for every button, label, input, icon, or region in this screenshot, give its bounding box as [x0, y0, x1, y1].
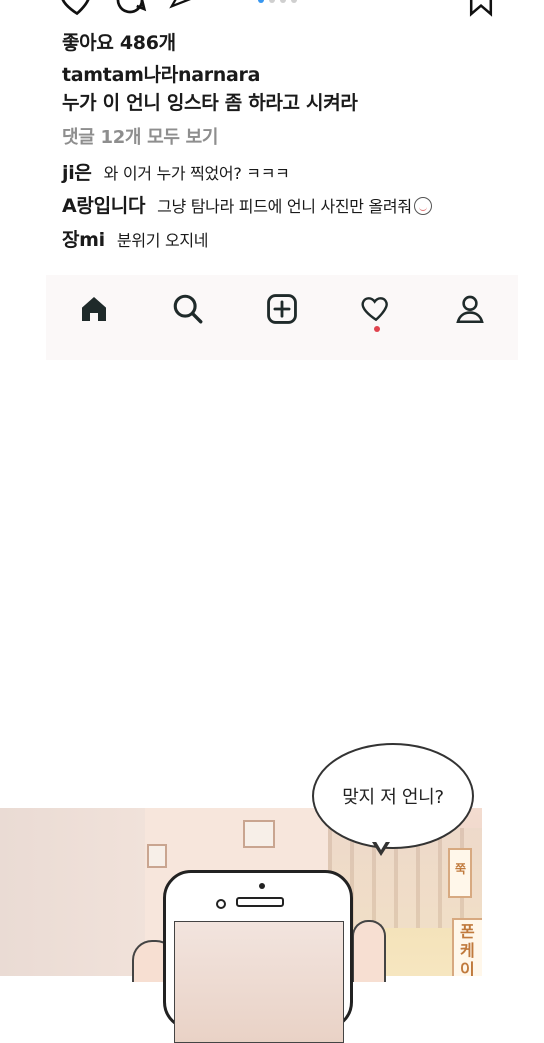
carousel-dot [269, 0, 275, 3]
carousel-dot [291, 0, 297, 3]
comment-username[interactable]: A랑입니다 [62, 191, 145, 218]
shop-sign: 쭉 [448, 848, 472, 898]
home-icon [82, 297, 106, 321]
nav-home[interactable] [74, 289, 114, 329]
speaker-slot [236, 897, 284, 907]
share-icon[interactable] [168, 0, 198, 20]
carousel-indicator [258, 0, 297, 3]
speech-bubble: 맞지 저 언니? [312, 743, 474, 849]
notification-dot [374, 326, 380, 332]
comment-text: 와 이거 누가 찍었어? ㅋㅋㅋ [103, 164, 290, 183]
post-action-row [0, 0, 544, 20]
nav-profile[interactable] [450, 289, 490, 329]
camera-dot [216, 899, 226, 909]
comment-item: A랑입니다 그냥 탐나라 피드에 언니 사진만 올려줘 [62, 191, 432, 218]
building-illustration [0, 808, 150, 976]
nav-add[interactable] [262, 289, 302, 329]
nav-activity[interactable] [356, 289, 396, 329]
comment-text: 분위기 오지네 [116, 231, 209, 250]
carousel-dot [280, 0, 286, 3]
likes-count[interactable]: 좋아요 486개 [62, 28, 176, 55]
view-all-comments-link[interactable]: 댓글 12개 모두 보기 [62, 123, 218, 149]
camera-dot [259, 883, 265, 889]
speech-bubble-text: 맞지 저 언니? [342, 787, 444, 808]
comment-text: 그냥 탐나라 피드에 언니 사진만 올려줘 [157, 197, 412, 216]
speech-bubble-tail [375, 840, 387, 850]
sign-text: 쭉 [455, 862, 467, 876]
comment-username[interactable]: ji은 [62, 158, 92, 185]
caption-username[interactable]: tamtam나라narnara [62, 60, 260, 87]
comment-item: ji은 와 이거 누가 찍었어? ㅋㅋㅋ [62, 158, 290, 185]
sign-text: 폰 케 이 [460, 922, 475, 976]
shop-sign: 폰 케 이 [452, 918, 482, 976]
smartphone-illustration [163, 870, 353, 1043]
bottom-nav-bar [46, 275, 518, 360]
heart-icon [361, 297, 388, 322]
smile-emoji-icon [413, 197, 432, 215]
window [243, 820, 275, 848]
user-icon [456, 295, 484, 324]
bookmark-icon[interactable] [467, 0, 495, 20]
search-icon [173, 294, 203, 324]
window [147, 844, 167, 868]
carousel-dot [258, 0, 264, 3]
comment-item: 장mi 분위기 오지네 [62, 225, 209, 252]
phone-screen [174, 921, 344, 1043]
like-icon[interactable] [58, 0, 96, 20]
hand-illustration [352, 920, 386, 982]
comment-username[interactable]: 장mi [62, 225, 105, 252]
nav-search[interactable] [168, 289, 208, 329]
caption-text: 누가 이 언니 잉스타 좀 하라고 시켜라 [62, 92, 358, 114]
plus-square-icon [267, 294, 297, 324]
comment-icon[interactable] [112, 0, 148, 20]
